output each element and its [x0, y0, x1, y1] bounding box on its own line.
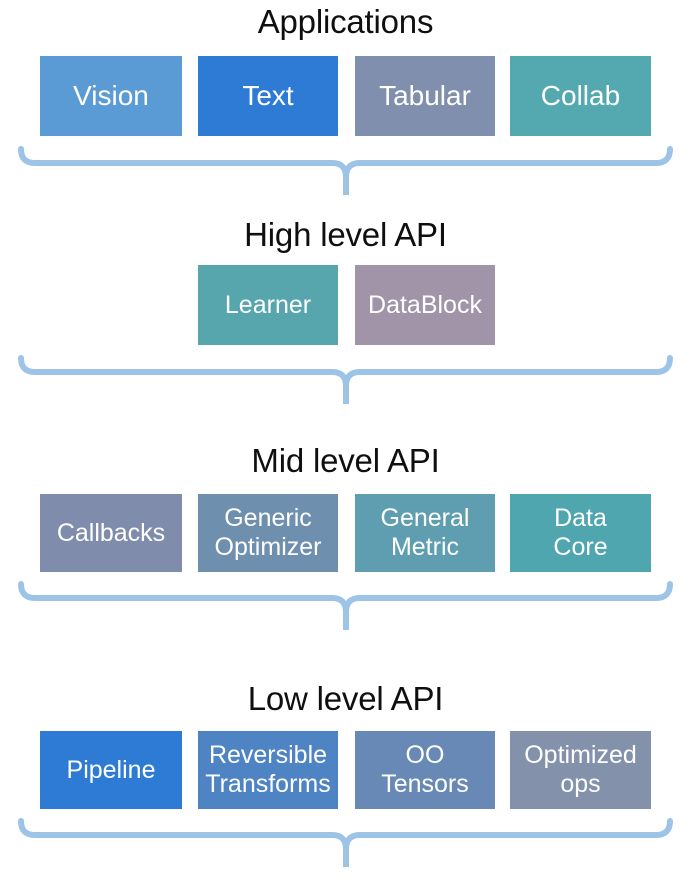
brace-path: [18, 355, 673, 389]
group-brace-mid-level-api: [18, 581, 673, 631]
node-box-applications-0[interactable]: Vision: [40, 56, 182, 136]
node-box-label: General Metric: [380, 504, 470, 561]
node-box-label: Collab: [540, 80, 621, 111]
node-box-label: Callbacks: [56, 518, 166, 547]
node-box-label: Generic Optimizer: [214, 504, 322, 561]
brace-path: [18, 146, 673, 180]
node-box-high-level-api-0[interactable]: Learner: [198, 265, 338, 345]
node-box-mid-level-api-3[interactable]: Data Core: [510, 494, 651, 572]
node-box-label: Learner: [224, 290, 312, 319]
group-brace-applications: [18, 146, 673, 196]
node-box-mid-level-api-2[interactable]: General Metric: [355, 494, 495, 572]
node-box-mid-level-api-0[interactable]: Callbacks: [40, 494, 182, 572]
node-box-applications-3[interactable]: Collab: [510, 56, 651, 136]
node-box-high-level-api-1[interactable]: DataBlock: [355, 265, 495, 345]
node-box-label: Data Core: [553, 504, 608, 561]
node-box-low-level-api-3[interactable]: Optimized ops: [510, 731, 651, 809]
node-box-label: Text: [242, 80, 294, 111]
group-brace-low-level-api: [18, 818, 673, 868]
node-box-low-level-api-1[interactable]: Reversible Transforms: [198, 731, 338, 809]
node-box-low-level-api-0[interactable]: Pipeline: [40, 731, 182, 809]
node-box-label: Reversible Transforms: [205, 741, 331, 798]
group-brace-high-level-api: [18, 355, 673, 405]
section-title-applications: Applications: [257, 3, 434, 40]
brace-path: [18, 581, 673, 615]
node-box-low-level-api-2[interactable]: OO Tensors: [355, 731, 495, 809]
section-title-high-level-api: High level API: [244, 216, 447, 253]
section-title-low-level-api: Low level API: [247, 680, 444, 717]
node-box-applications-1[interactable]: Text: [198, 56, 338, 136]
node-box-label: Tabular: [379, 80, 471, 111]
node-box-label: Optimized ops: [524, 741, 637, 798]
brace-path: [18, 818, 673, 852]
layered-api-diagram: Applications Vision Text Tabular Collab High …: [0, 0, 691, 879]
node-box-label: Pipeline: [66, 755, 156, 784]
node-box-applications-2[interactable]: Tabular: [355, 56, 495, 136]
section-title-mid-level-api: Mid level API: [251, 442, 440, 479]
node-box-label: OO Tensors: [381, 741, 469, 798]
node-box-label: Vision: [73, 80, 149, 111]
node-box-mid-level-api-1[interactable]: Generic Optimizer: [198, 494, 338, 572]
node-box-label: DataBlock: [368, 290, 482, 319]
